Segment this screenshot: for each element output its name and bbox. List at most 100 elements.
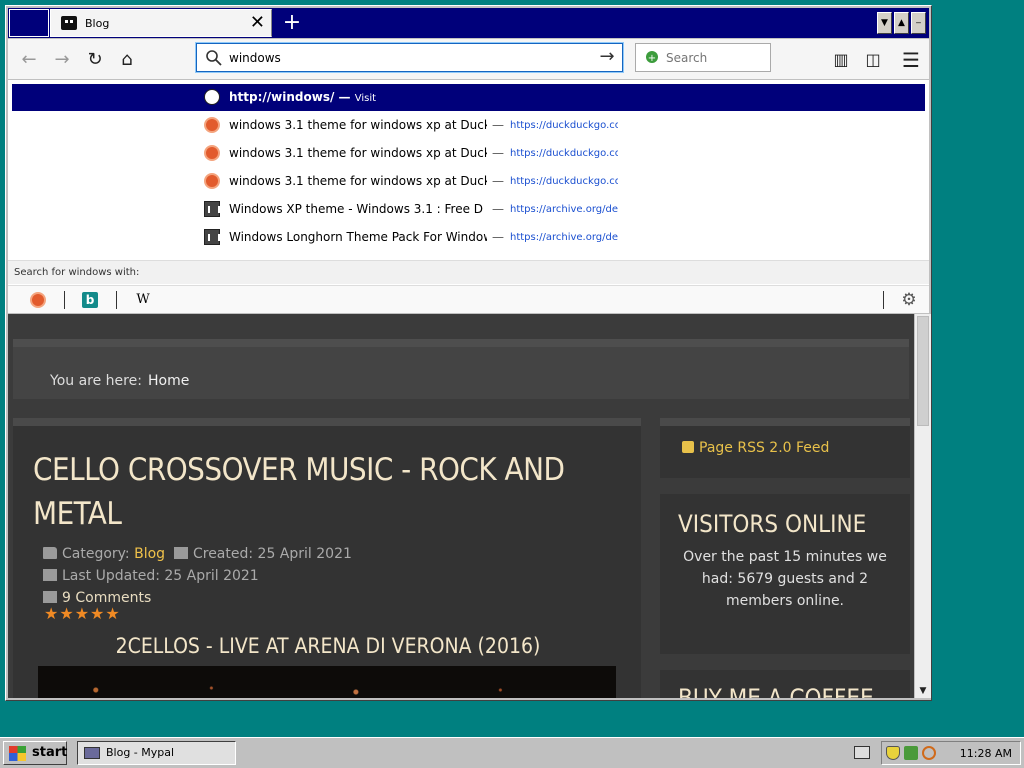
minimize-button[interactable]: ‒ [911, 12, 926, 34]
folder-icon [43, 547, 57, 559]
category-link[interactable]: Blog [134, 546, 165, 562]
browser-window: Blog ✕ + ▼ ▲ ‒ ← → ↻ ⌂ → + ▥ ◫ ☰ http://… [5, 5, 932, 701]
suggestion-visit[interactable]: http://windows/ — Visit [12, 84, 925, 111]
separator [64, 291, 65, 309]
article-meta-updated: Last Updated: 25 April 2021 [43, 568, 259, 584]
network-icon[interactable] [904, 746, 918, 760]
updated-date: Last Updated: 25 April 2021 [62, 568, 259, 584]
search-engine-icon: + [646, 51, 658, 64]
rss-module: Page RSS 2.0 Feed [660, 418, 910, 478]
search-with-label: Search for windows with: [8, 260, 929, 284]
page-scrollbar[interactable]: ▼ [915, 314, 931, 698]
coffee-title: BUY ME A COFFEE [678, 684, 874, 698]
shield-icon[interactable] [886, 746, 900, 760]
page-content: You are here: Home CELLO CROSSOVER MUSIC… [8, 314, 914, 698]
bing-icon[interactable]: b [82, 292, 98, 308]
suggestion-url: https://duckduckgo.co [510, 120, 618, 131]
keyboard-icon[interactable] [854, 746, 870, 759]
svg-text:+: + [648, 53, 656, 64]
suggestion-title: windows 3.1 theme for windows xp at Duck [229, 146, 487, 160]
maximize-button[interactable]: ▲ [894, 12, 909, 34]
separator: — [492, 174, 504, 188]
breadcrumb-label: You are here: [50, 373, 142, 389]
suggestion-title: http://windows/ — [229, 90, 355, 104]
comment-icon [43, 591, 57, 603]
list-item[interactable]: Windows Longhorn Theme Pack For Window —… [12, 224, 925, 251]
calendar-icon [43, 569, 57, 581]
tab-bar: Blog ✕ + ▼ ▲ ‒ [8, 8, 929, 38]
start-button[interactable]: start [3, 741, 67, 765]
list-item[interactable]: windows 3.1 theme for windows xp at Duck… [12, 168, 925, 195]
rating-stars[interactable]: ★★★★★ [44, 604, 121, 623]
taskbar-window-button[interactable]: Blog - Mypal [77, 741, 236, 765]
scrollbar-thumb[interactable] [917, 316, 929, 426]
separator [883, 291, 884, 309]
search-bar[interactable]: + [635, 43, 771, 72]
new-tab-button[interactable]: + [278, 8, 306, 38]
forward-button[interactable]: → [47, 45, 77, 75]
archive-icon [204, 201, 220, 217]
visitors-text: Over the past 15 minutes we had: 5679 gu… [683, 549, 887, 609]
taskbar: start Blog - Mypal 11:28 AM [0, 737, 1024, 768]
tab-blog[interactable]: Blog ✕ [50, 9, 272, 37]
list-all-tabs-button[interactable]: ▼ [877, 12, 892, 34]
suggestion-url: https://archive.org/de [510, 232, 618, 243]
close-tab-icon[interactable]: ✕ [250, 13, 265, 33]
rss-icon [682, 441, 694, 453]
one-off-search-engines: b W ⚙ [8, 285, 929, 313]
windows-logo-icon [9, 746, 26, 761]
list-item[interactable]: Windows XP theme - Windows 3.1 : Free D … [12, 196, 925, 223]
separator: — [492, 118, 504, 132]
separator [116, 291, 117, 309]
search-input[interactable] [666, 49, 766, 67]
list-item[interactable]: windows 3.1 theme for windows xp at Duck… [12, 112, 925, 139]
duckduckgo-icon [204, 173, 220, 189]
duckduckgo-icon [204, 117, 220, 133]
magnifier-icon[interactable] [922, 746, 936, 760]
separator: — [492, 146, 504, 160]
archive-icon [204, 229, 220, 245]
suggestion-url: https://archive.org/de [510, 204, 618, 215]
created-date: Created: 25 April 2021 [192, 546, 352, 562]
suggestion-title: Windows Longhorn Theme Pack For Window [229, 230, 487, 244]
suggestion-action: Visit [354, 93, 377, 104]
tab-title: Blog [85, 17, 110, 30]
suggestion-title: windows 3.1 theme for windows xp at Duck [229, 174, 487, 188]
category-label: Category: [62, 546, 130, 562]
duckduckgo-icon [204, 145, 220, 161]
rss-label: Page RSS 2.0 Feed [699, 440, 830, 456]
go-arrow-icon[interactable]: → [596, 46, 618, 68]
suggestion-url: https://duckduckgo.co [510, 176, 618, 187]
scroll-down-icon[interactable]: ▼ [916, 685, 930, 697]
tab-strip-left [9, 9, 49, 37]
gear-icon[interactable]: ⚙ [898, 290, 920, 310]
video-thumbnail[interactable] [38, 666, 616, 698]
navigation-toolbar: ← → ↻ ⌂ → + ▥ ◫ ☰ [8, 39, 929, 79]
library-icon[interactable]: ▥ [826, 45, 856, 75]
system-tray: 11:28 AM [854, 741, 1021, 765]
page-title: CELLO CROSSOVER MUSIC - ROCK AND METAL [33, 452, 565, 532]
back-button[interactable]: ← [14, 45, 44, 75]
suggestion-title: Windows XP theme - Windows 3.1 : Free D [229, 202, 484, 216]
list-item[interactable]: windows 3.1 theme for windows xp at Duck… [12, 140, 925, 167]
separator: — [492, 230, 504, 244]
url-input[interactable] [229, 48, 589, 68]
site-favicon-icon [61, 16, 77, 30]
breadcrumb-home-link[interactable]: Home [148, 373, 189, 389]
breadcrumb: You are here: Home [13, 339, 909, 399]
url-bar[interactable]: → [196, 43, 623, 72]
taskbar-window-label: Blog - Mypal [106, 746, 175, 759]
rss-link[interactable]: Page RSS 2.0 Feed [682, 440, 829, 456]
menu-icon[interactable]: ☰ [896, 45, 926, 75]
url-suggestions-popup: http://windows/ — Visit windows 3.1 them… [8, 80, 929, 313]
sidebar-toggle-icon[interactable]: ◫ [858, 45, 888, 75]
separator: — [492, 202, 504, 216]
wikipedia-icon[interactable]: W [132, 290, 154, 310]
reload-button[interactable]: ↻ [80, 45, 110, 75]
search-icon [206, 50, 222, 66]
suggestion-url: https://duckduckgo.co [510, 148, 618, 159]
suggestion-title: windows 3.1 theme for windows xp at Duck [229, 118, 487, 132]
globe-icon [204, 89, 220, 105]
duckduckgo-icon[interactable] [30, 292, 46, 308]
home-button[interactable]: ⌂ [112, 45, 142, 75]
